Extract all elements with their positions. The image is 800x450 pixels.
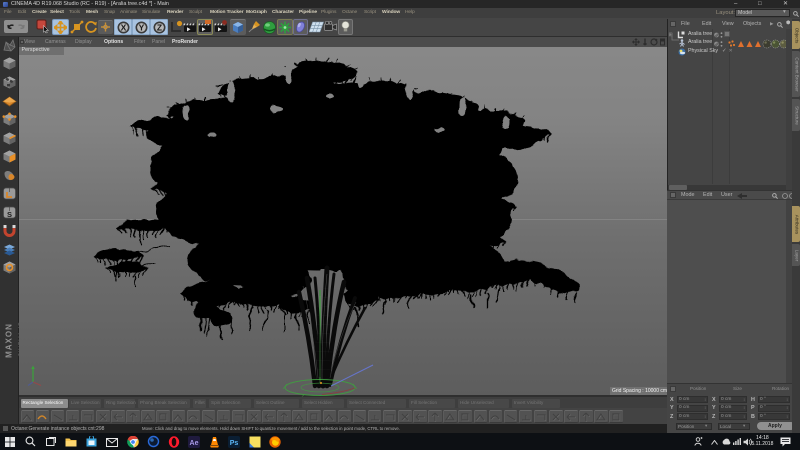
svg-text:Z: Z (156, 22, 161, 32)
svg-text:X: X (120, 22, 126, 32)
svg-text:Ps: Ps (230, 439, 239, 446)
svg-text:S: S (7, 210, 12, 219)
svg-text:Ae: Ae (190, 439, 199, 446)
svg-text:Y: Y (138, 22, 144, 32)
